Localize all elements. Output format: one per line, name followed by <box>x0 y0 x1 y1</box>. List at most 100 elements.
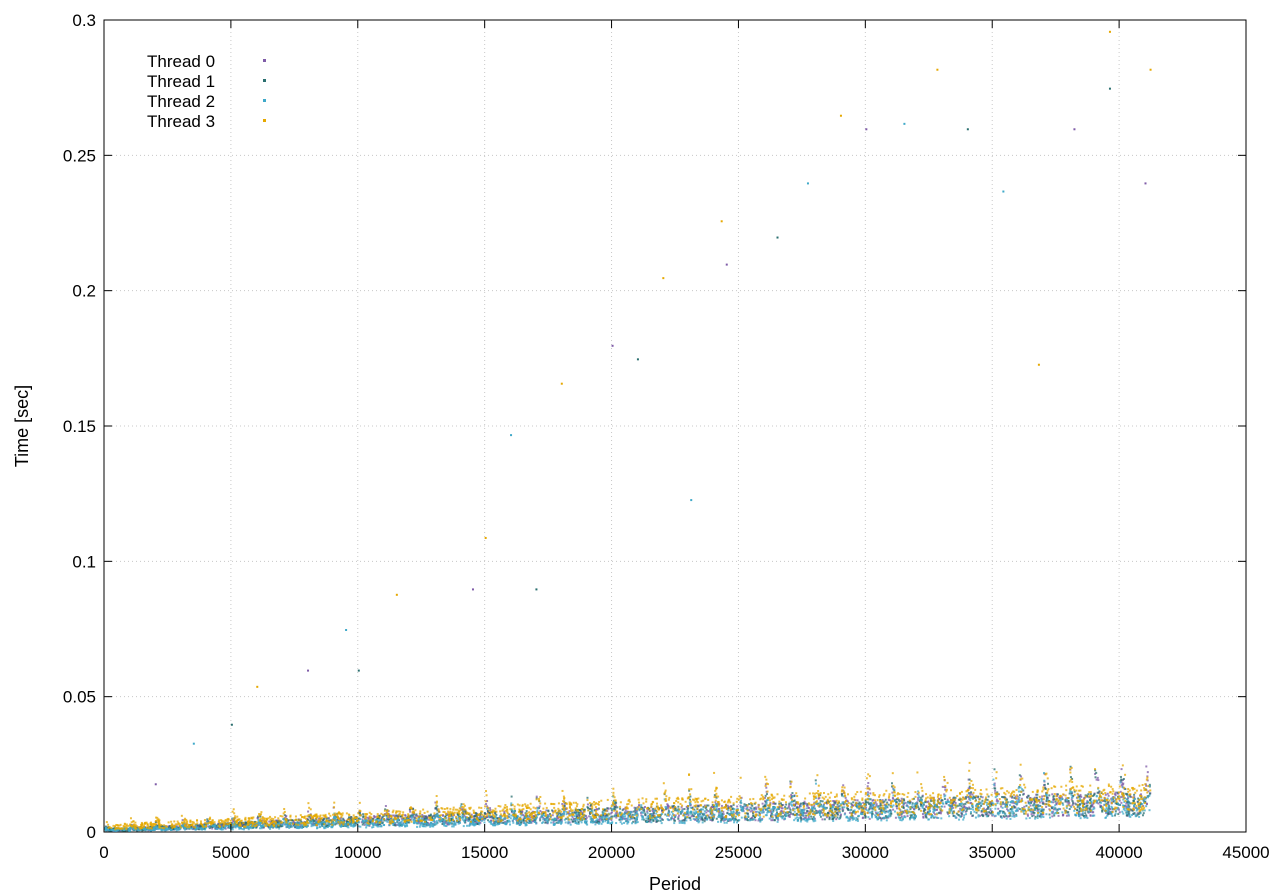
data-point <box>852 801 855 804</box>
data-point <box>766 811 769 814</box>
data-point <box>380 824 383 827</box>
data-point <box>586 803 589 806</box>
data-point <box>967 792 970 795</box>
data-point <box>1000 810 1003 813</box>
data-point <box>752 814 755 817</box>
data-point <box>1070 794 1073 797</box>
data-point <box>743 804 746 807</box>
data-point <box>970 791 973 794</box>
data-point <box>993 768 996 771</box>
data-points <box>104 30 1152 833</box>
data-point <box>1032 811 1035 814</box>
data-point <box>1043 779 1046 782</box>
data-point <box>895 807 898 810</box>
data-point <box>650 812 653 815</box>
data-point <box>922 816 925 819</box>
data-point <box>995 798 998 801</box>
data-point <box>994 789 997 792</box>
data-point <box>404 825 407 828</box>
data-point <box>1141 814 1144 817</box>
data-point <box>1146 796 1149 799</box>
data-point <box>864 816 867 819</box>
data-point <box>955 812 958 815</box>
data-point <box>633 813 636 816</box>
data-point <box>615 816 618 819</box>
data-point <box>1036 817 1039 820</box>
data-point <box>1092 811 1095 814</box>
data-point <box>483 812 486 815</box>
data-point <box>1081 812 1084 815</box>
data-point <box>647 817 650 820</box>
data-point <box>1072 802 1075 805</box>
data-point <box>463 820 466 823</box>
data-point <box>970 811 973 814</box>
data-point <box>1136 800 1139 803</box>
data-point <box>756 810 759 813</box>
data-point <box>483 818 486 821</box>
data-point <box>655 820 658 823</box>
data-point <box>1001 801 1004 804</box>
data-point <box>723 821 726 824</box>
data-point <box>636 821 639 824</box>
data-point <box>462 825 465 828</box>
data-point <box>703 812 706 815</box>
data-point <box>619 807 622 810</box>
data-point <box>660 822 663 825</box>
data-point <box>831 817 834 820</box>
data-point <box>453 822 456 825</box>
data-point <box>1104 793 1107 796</box>
data-point <box>1045 805 1048 808</box>
data-point <box>884 811 887 814</box>
data-point <box>697 814 700 817</box>
outlier-point <box>154 783 157 786</box>
data-point <box>268 820 271 823</box>
data-point <box>1094 776 1097 779</box>
data-point <box>1038 808 1041 811</box>
data-point <box>275 826 278 829</box>
data-point <box>563 811 566 814</box>
data-point <box>1067 800 1070 803</box>
outlier-point <box>725 263 728 266</box>
data-point <box>842 784 845 787</box>
data-point <box>946 798 949 801</box>
data-point <box>392 823 395 826</box>
data-point <box>631 822 634 825</box>
data-point <box>1025 804 1028 807</box>
data-point <box>866 785 869 788</box>
data-point <box>755 807 758 810</box>
data-point <box>859 812 862 815</box>
data-point <box>424 815 427 818</box>
data-point <box>1027 794 1030 797</box>
data-point <box>973 810 976 813</box>
data-point <box>1025 817 1028 820</box>
data-point <box>1132 799 1135 802</box>
data-point <box>1148 809 1151 812</box>
data-point <box>1041 795 1044 798</box>
data-point <box>653 809 656 812</box>
data-point <box>1071 800 1074 803</box>
data-point <box>771 810 774 813</box>
data-point <box>404 814 407 817</box>
data-point <box>378 825 381 828</box>
data-point <box>196 824 199 827</box>
data-point <box>213 824 216 827</box>
data-point <box>838 807 841 810</box>
data-point <box>1007 809 1010 812</box>
data-point <box>1070 806 1073 809</box>
data-point <box>923 809 926 812</box>
data-point <box>1009 814 1012 817</box>
data-point <box>764 805 767 808</box>
data-point <box>905 804 908 807</box>
data-point <box>1121 810 1124 813</box>
data-point <box>781 807 784 810</box>
data-point <box>998 812 1001 815</box>
data-point <box>627 821 630 824</box>
data-point <box>1001 806 1004 809</box>
data-point <box>474 819 477 822</box>
data-point <box>1026 796 1029 799</box>
data-point <box>940 805 943 808</box>
data-point <box>750 807 753 810</box>
data-point <box>204 828 207 831</box>
data-point <box>1135 806 1138 809</box>
data-point <box>1036 793 1039 796</box>
